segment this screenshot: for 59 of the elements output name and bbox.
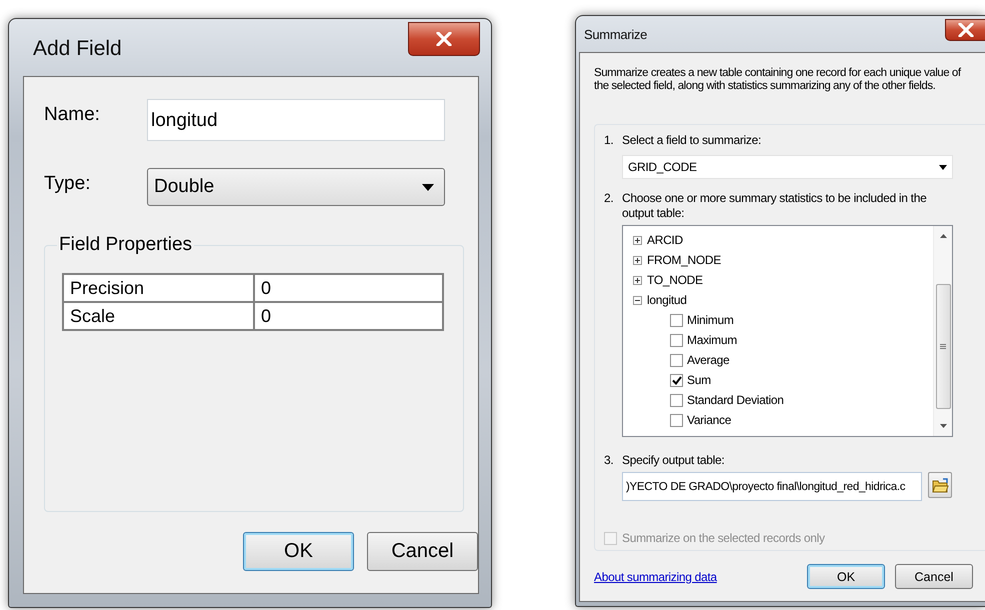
close-button[interactable]: [408, 22, 480, 56]
name-label: Name:: [44, 103, 101, 126]
checkbox[interactable]: [670, 354, 683, 366]
checkbox-label: Average: [687, 353, 730, 367]
tree-item[interactable]: TO_NODE: [647, 273, 703, 287]
step-number: 3.: [604, 453, 614, 468]
checkbox[interactable]: [670, 374, 683, 386]
checkbox-label: Sum: [687, 373, 711, 387]
description-text: Summarize creates a new table containing one record for each unique value of the selected field, along with statistics summarizing any of the other fields.: [594, 67, 962, 93]
window-title: Summarize: [584, 27, 648, 42]
tree-item[interactable]: longitud: [647, 293, 687, 307]
type-dropdown[interactable]: Double: [147, 168, 445, 206]
checkbox[interactable]: [670, 314, 683, 326]
ok-button[interactable]: OK: [243, 532, 354, 571]
output-table-field[interactable]: )YECTO DE GRADO\proyecto final\longitud_red_hidrica.c: [622, 472, 922, 501]
window-title: Add Field: [33, 37, 122, 61]
dropdown-arrow-icon: [939, 164, 947, 170]
property-value-cell[interactable]: 0: [254, 274, 443, 302]
expand-icon[interactable]: [633, 256, 642, 264]
step-label: Select a field to summarize:: [622, 133, 761, 148]
expand-icon[interactable]: [633, 236, 642, 244]
group-title: Field Properties: [57, 234, 194, 256]
vertical-scrollbar[interactable]: [933, 226, 952, 436]
collapse-icon[interactable]: [633, 296, 642, 304]
close-icon: [436, 32, 452, 46]
checkbox[interactable]: [670, 334, 683, 346]
field-dropdown[interactable]: GRID_CODE: [622, 155, 953, 179]
checkbox[interactable]: [670, 414, 683, 426]
tree-item[interactable]: ARCID: [647, 233, 683, 247]
close-button[interactable]: [945, 19, 985, 41]
expand-icon[interactable]: [633, 276, 642, 284]
scroll-up-icon: [940, 234, 946, 238]
checkbox[interactable]: [670, 394, 683, 406]
checkbox-label: Maximum: [687, 333, 737, 347]
checkbox-label: Variance: [687, 413, 732, 427]
scroll-down-icon: [940, 424, 946, 428]
checkbox-label: Minimum: [687, 313, 734, 327]
step-number: 1.: [604, 133, 614, 148]
name-field[interactable]: longitud: [147, 99, 445, 141]
property-value-cell[interactable]: 0: [254, 302, 443, 330]
step-label: Choose one or more summary statistics to be included in the output table:: [622, 191, 928, 221]
checkbox-label: Summarize on the selected records only: [622, 531, 825, 545]
step-label: Specify output table:: [622, 453, 724, 468]
folder-icon: [932, 478, 948, 492]
cancel-button[interactable]: Cancel: [895, 564, 973, 589]
property-name-cell: Scale: [63, 302, 254, 330]
tree-item[interactable]: FROM_NODE: [647, 253, 721, 267]
step-number: 2.: [604, 191, 614, 207]
property-name-cell: Precision: [63, 274, 254, 302]
ok-button[interactable]: OK: [807, 564, 885, 589]
help-link[interactable]: About summarizing data: [594, 570, 717, 584]
checkbox-label: Standard Deviation: [687, 393, 784, 407]
grip-icon: [940, 344, 946, 349]
cancel-button[interactable]: Cancel: [367, 532, 478, 571]
browse-button[interactable]: [928, 472, 952, 498]
scroll-thumb[interactable]: [936, 284, 950, 409]
dropdown-arrow-icon: [422, 184, 434, 190]
type-label: Type:: [44, 172, 92, 195]
close-icon: [958, 23, 974, 37]
